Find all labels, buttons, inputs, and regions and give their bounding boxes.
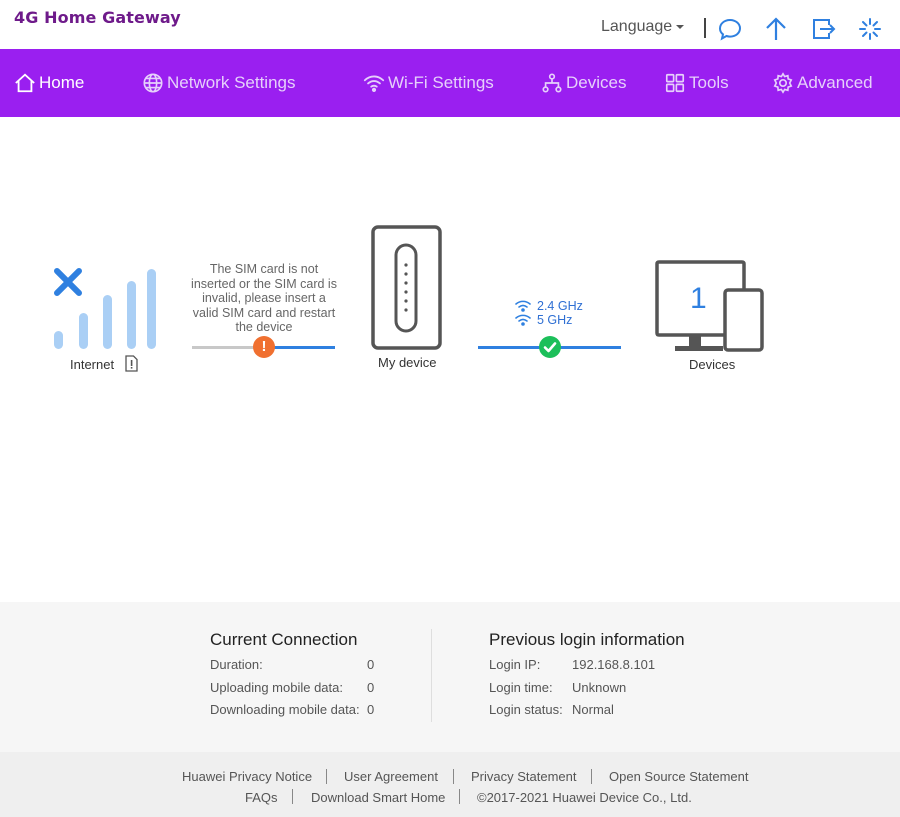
band-24ghz[interactable]: 2.4 GHz xyxy=(515,299,583,313)
footer-separator xyxy=(591,769,592,784)
band-5ghz[interactable]: 5 GHz xyxy=(515,313,572,327)
wifi-band-icon xyxy=(515,300,531,312)
network-topology: Internet The SIM card is not inserted or… xyxy=(0,117,900,602)
open-source-statement-link[interactable]: Open Source Statement xyxy=(609,769,748,784)
privacy-statement-link[interactable]: Privacy Statement xyxy=(471,769,577,784)
brand-title: 4G Home Gateway xyxy=(14,8,181,27)
tools-grid-icon xyxy=(665,73,685,93)
download-smart-home-link[interactable]: Download Smart Home xyxy=(311,790,445,805)
user-agreement-link[interactable]: User Agreement xyxy=(344,769,438,784)
upload-key: Uploading mobile data: xyxy=(210,680,343,695)
message-icon[interactable] xyxy=(717,16,743,42)
home-icon xyxy=(15,73,35,93)
router-device-icon[interactable] xyxy=(371,225,443,351)
nav-wifi-settings-label: Wi-Fi Settings xyxy=(388,73,494,92)
footer-separator xyxy=(326,769,327,784)
footer-separator xyxy=(292,789,293,804)
sim-card-icon[interactable] xyxy=(123,355,139,372)
disconnected-x-icon xyxy=(54,268,82,296)
footer: Huawei Privacy Notice User Agreement Pri… xyxy=(0,752,900,817)
header: 4G Home Gateway Language xyxy=(0,0,900,49)
my-device-label: My device xyxy=(378,355,437,370)
login-time-value: Unknown xyxy=(572,680,627,695)
globe-icon xyxy=(143,73,163,93)
login-ip-key: Login IP: xyxy=(489,657,541,672)
login-ip-value: 192.168.8.101 xyxy=(572,657,656,672)
privacy-notice-link[interactable]: Huawei Privacy Notice xyxy=(182,769,312,784)
nav-network-settings-label: Network Settings xyxy=(167,73,296,92)
info-divider xyxy=(431,629,432,722)
download-value: 0 xyxy=(367,702,375,717)
gear-icon xyxy=(773,72,793,94)
nav-tools-label: Tools xyxy=(689,73,729,92)
info-panel: Current Connection Duration: 0 Uploading… xyxy=(0,602,900,752)
warning-icon[interactable]: ! xyxy=(253,336,275,358)
devices-monitor-icon[interactable] xyxy=(655,260,767,354)
sim-error-message: The SIM card is not inserted or the SIM … xyxy=(191,262,337,334)
internet-label: Internet xyxy=(70,357,115,372)
check-icon[interactable] xyxy=(539,336,561,358)
wifi-icon xyxy=(363,75,385,92)
language-label: Language xyxy=(601,18,673,35)
login-status-key: Login status: xyxy=(489,702,563,717)
header-divider xyxy=(704,18,706,38)
nav-home-label: Home xyxy=(39,73,85,92)
nav-advanced-label: Advanced xyxy=(797,73,873,92)
duration-value: 0 xyxy=(367,657,375,672)
nav-devices-label: Devices xyxy=(566,73,627,92)
nav-wifi-settings[interactable]: Wi-Fi Settings xyxy=(363,49,494,117)
download-key: Downloading mobile data: xyxy=(210,702,360,717)
nav-advanced[interactable]: Advanced xyxy=(772,49,873,117)
devices-label: Devices xyxy=(689,357,736,372)
main-nav: Home Network Settings Wi-Fi Settings Dev… xyxy=(0,49,900,117)
signal-bars-icon[interactable] xyxy=(52,267,160,351)
upload-value: 0 xyxy=(367,680,375,695)
nav-network-settings[interactable]: Network Settings xyxy=(142,49,296,117)
login-status-value: Normal xyxy=(572,702,614,717)
faqs-link[interactable]: FAQs xyxy=(245,790,278,805)
previous-login-title: Previous login information xyxy=(489,630,685,649)
caret-down-icon xyxy=(676,24,685,29)
login-time-key: Login time: xyxy=(489,680,553,695)
logout-icon[interactable] xyxy=(810,16,836,42)
band-24ghz-label: 2.4 GHz xyxy=(537,299,583,313)
loading-spinner-icon[interactable] xyxy=(857,16,883,42)
footer-separator xyxy=(459,789,460,804)
footer-separator xyxy=(453,769,454,784)
band-5ghz-label: 5 GHz xyxy=(537,313,573,327)
wifi-band-icon xyxy=(515,314,531,326)
nav-home[interactable]: Home xyxy=(14,49,84,117)
current-connection-title: Current Connection xyxy=(210,630,358,649)
devices-count: 1 xyxy=(690,282,707,315)
nav-tools[interactable]: Tools xyxy=(664,49,729,117)
devices-tree-icon xyxy=(542,73,562,93)
duration-key: Duration: xyxy=(210,657,263,672)
nav-devices[interactable]: Devices xyxy=(541,49,626,117)
upgrade-arrow-icon[interactable] xyxy=(763,16,789,42)
language-dropdown[interactable]: Language xyxy=(601,18,685,36)
copyright: ©2017-2021 Huawei Device Co., Ltd. xyxy=(477,790,692,805)
